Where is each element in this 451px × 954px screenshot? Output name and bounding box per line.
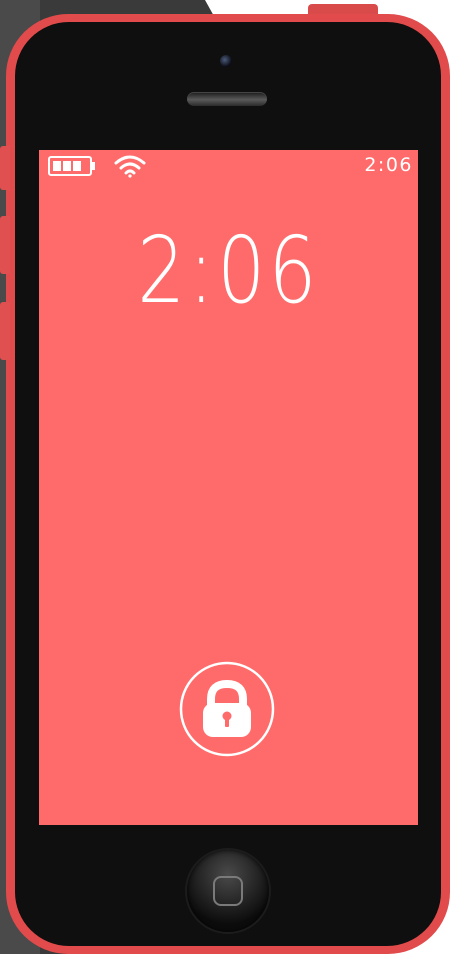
home-button-square-icon — [213, 876, 243, 906]
lock-screen: 2:06 2:06 — [39, 150, 418, 825]
mute-switch[interactable] — [0, 146, 10, 190]
status-bar-time: 2:06 — [364, 154, 413, 176]
battery-icon — [48, 156, 95, 176]
volume-down-button[interactable] — [0, 302, 10, 360]
status-bar: 2:06 — [39, 150, 418, 180]
lock-screen-clock: 2:06 — [137, 217, 320, 324]
wifi-icon — [114, 155, 146, 178]
device-mockup-scene: 2:06 2:06 — [0, 0, 451, 954]
front-camera — [220, 55, 232, 67]
unlock-button[interactable] — [178, 660, 276, 758]
padlock-icon — [203, 679, 251, 737]
earpiece-speaker — [187, 92, 267, 106]
volume-up-button[interactable] — [0, 216, 10, 274]
home-button[interactable] — [187, 850, 269, 932]
